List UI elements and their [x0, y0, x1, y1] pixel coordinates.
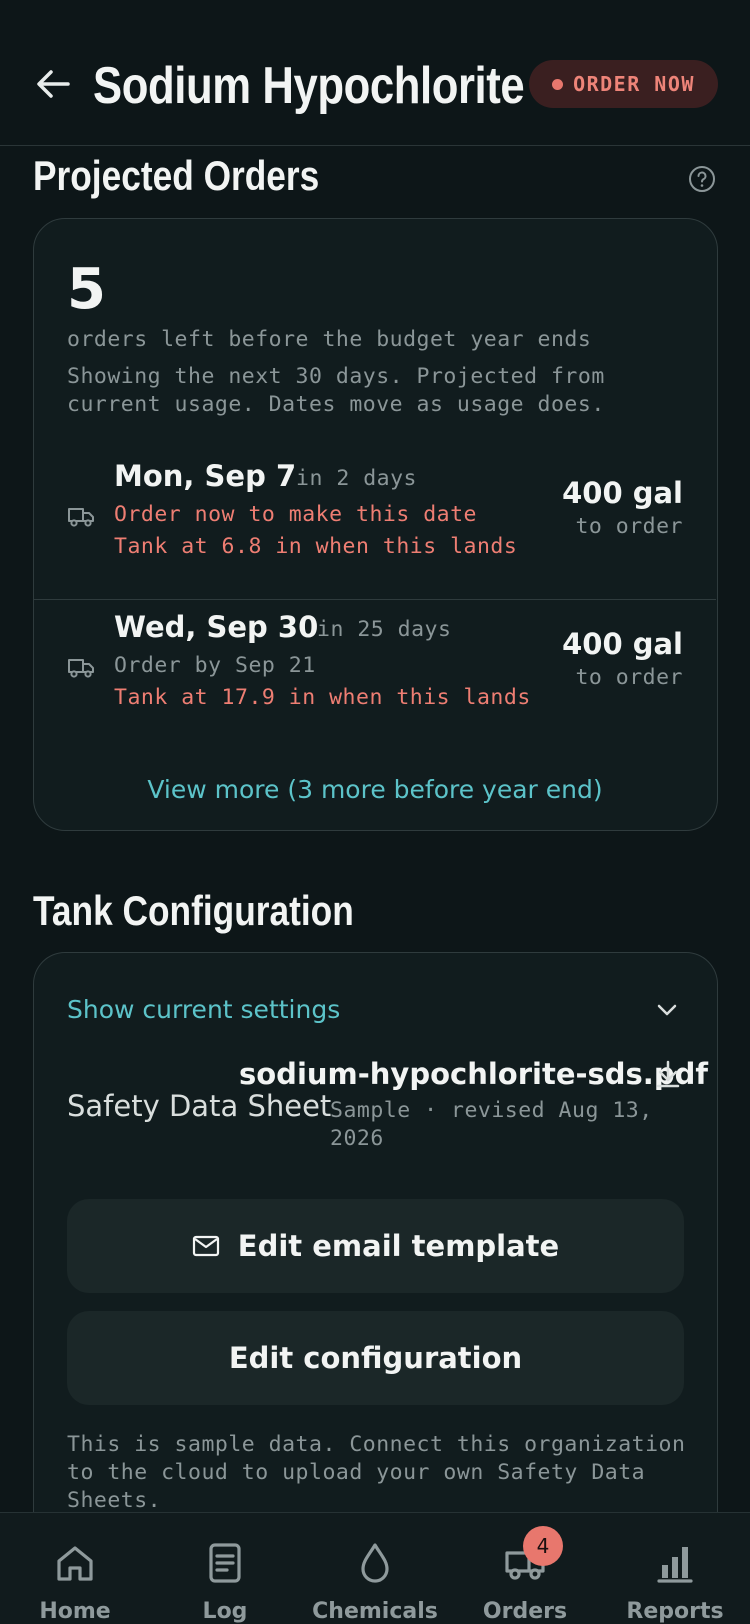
chevron-down-icon[interactable] — [654, 997, 680, 1023]
truck-icon — [68, 508, 94, 527]
truck-icon — [68, 659, 94, 678]
tank-configuration-card: Show current settings Safety Data Sheet … — [33, 952, 718, 1552]
tab-reports[interactable]: Reports — [600, 1513, 750, 1624]
order-quantity: 400 gal — [562, 476, 683, 510]
mail-icon — [192, 1235, 219, 1257]
order-relative-time: in 2 days — [296, 466, 417, 491]
projection-description: Showing the next 30 days. Projected from… — [67, 364, 605, 417]
tab-label: Orders — [482, 1599, 568, 1624]
order-date: Wed, Sep 30 — [114, 610, 319, 644]
download-icon[interactable] — [654, 1059, 682, 1089]
tank-level-at-delivery: Tank at 17.9 in when this lands — [114, 685, 531, 710]
page-title: Sodium Hypochlorite — [93, 57, 525, 115]
tank-configuration-title: Tank Configuration — [33, 887, 354, 934]
sds-label: Safety Data Sheet — [67, 1089, 332, 1123]
order-quantity-caption: to order — [575, 514, 683, 539]
tab-label: Log — [202, 1599, 248, 1624]
order-now-button[interactable]: ORDER NOW — [529, 60, 718, 108]
sample-data-note: This is sample data. Connect this organi… — [67, 1432, 686, 1513]
order-deadline: Order by Sep 21 — [114, 653, 316, 678]
projected-orders-card: 5 orders left before the budget year end… — [33, 218, 718, 831]
status-dot-icon — [552, 78, 564, 90]
order-now-label: ORDER NOW — [573, 72, 695, 96]
projected-orders-title: Projected Orders — [33, 152, 320, 199]
log-icon — [209, 1543, 241, 1583]
edit-configuration-button[interactable]: Edit configuration — [67, 1311, 684, 1405]
help-icon[interactable] — [688, 165, 716, 193]
tab-label: Chemicals — [312, 1599, 438, 1624]
tab-home[interactable]: Home — [0, 1513, 150, 1624]
app-header: Sodium Hypochlorite ORDER NOW — [0, 0, 750, 146]
sds-meta: Sample · revised Aug 13, 2026 — [330, 1098, 653, 1151]
edit-email-template-button[interactable]: Edit email template — [67, 1199, 684, 1293]
back-button[interactable] — [33, 62, 73, 106]
tab-log[interactable]: Log — [150, 1513, 300, 1624]
order-quantity-caption: to order — [575, 665, 683, 690]
edit-configuration-label: Edit configuration — [228, 1341, 523, 1375]
order-date: Mon, Sep 7 — [114, 459, 297, 493]
sds-file-link[interactable]: sodium-hypochlorite-sds.pdf — [239, 1057, 708, 1091]
edit-email-template-label: Edit email template — [237, 1229, 560, 1263]
orders-count-badge: 4 — [523, 1526, 563, 1566]
view-more-link[interactable]: View more (3 more before year end) — [34, 775, 716, 804]
home-icon — [57, 1546, 93, 1581]
order-row[interactable]: Wed, Sep 30 in 25 days Order by Sep 21 T… — [34, 599, 716, 749]
bottom-tab-bar: Home Log Chemicals Orders Reports — [0, 1512, 750, 1624]
tab-label: Home — [39, 1599, 111, 1624]
tab-orders[interactable]: Orders — [450, 1513, 600, 1624]
droplet-icon — [361, 1543, 389, 1583]
tank-level-at-delivery: Tank at 6.8 in when this lands — [114, 534, 518, 559]
bar-chart-icon — [657, 1547, 693, 1583]
tab-chemicals[interactable]: Chemicals — [300, 1513, 450, 1624]
order-relative-time: in 25 days — [317, 617, 452, 642]
order-deadline: Order now to make this date — [114, 502, 477, 527]
orders-left-count: 5 — [67, 257, 106, 322]
tab-label: Reports — [626, 1599, 724, 1624]
show-settings-toggle[interactable]: Show current settings — [67, 995, 340, 1024]
order-quantity: 400 gal — [562, 627, 683, 661]
arrow-left-icon — [37, 70, 70, 98]
order-row[interactable]: Mon, Sep 7 in 2 days Order now to make t… — [34, 449, 716, 599]
orders-left-caption: orders left before the budget year ends — [67, 327, 592, 352]
